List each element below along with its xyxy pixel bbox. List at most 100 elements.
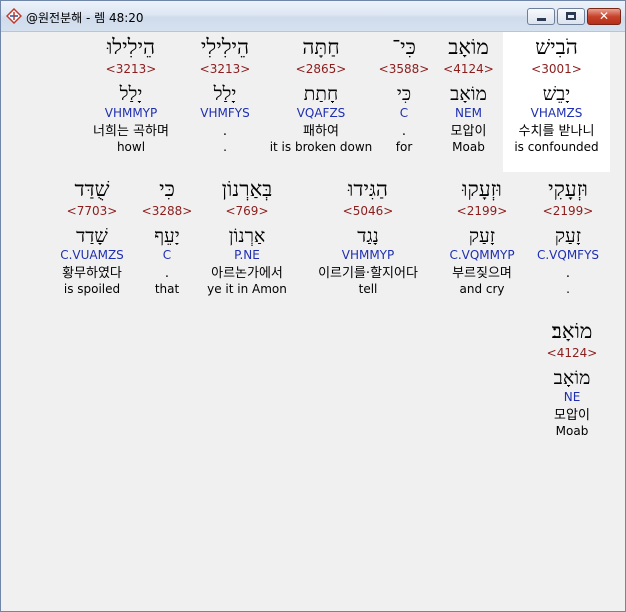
minimize-button[interactable] — [527, 8, 555, 25]
korean-gloss: 아르논가에서 — [211, 266, 283, 281]
word-cell[interactable]: חַתָּה <2865> חָתַת VQAFZS 패하여 it is bro… — [263, 32, 379, 172]
hebrew-word: מוֹאָב׃ — [551, 319, 593, 343]
english-gloss: for — [395, 140, 413, 154]
strong-number: <769> — [225, 204, 269, 218]
hebrew-word: שֻׁדַּד — [74, 177, 110, 201]
korean-gloss: . — [164, 266, 170, 281]
strong-number: <4124> — [546, 346, 598, 360]
word-cell[interactable]: הֵילִילוּ <3213> יָלַל VHMMYP 너희는 곡하며 ho… — [79, 32, 183, 172]
strong-number: <2199> — [456, 204, 508, 218]
parse-code: C — [399, 106, 409, 120]
hebrew-word: הֹבִישׁ — [535, 35, 578, 59]
window-title: @원전분해 - 렘 48:20 — [26, 11, 144, 25]
word-cell[interactable]: כִּי <3288> יָעֵף C . that — [139, 174, 195, 314]
english-gloss: is confounded — [514, 140, 599, 154]
english-gloss: . — [223, 140, 227, 154]
english-gloss: tell — [358, 282, 378, 296]
strong-number: <3588> — [378, 62, 430, 76]
parse-code: C.VQMMYP — [449, 248, 515, 262]
strong-number: <3001> — [531, 62, 582, 76]
app-icon — [5, 7, 23, 25]
word-cell[interactable]: מוֹאָב <4124> מוֹאָב NEM 모압이 Moab — [431, 32, 506, 172]
lemma: יָבֵשׁ — [542, 83, 571, 105]
close-icon: ✕ — [598, 9, 610, 23]
parse-code: VQAFZS — [296, 106, 346, 120]
lemma: יָלַל — [119, 83, 143, 105]
hebrew-word: וּזְעָקִי — [548, 177, 588, 201]
hebrew-word: בְּאַרְנוֹן — [221, 177, 273, 201]
close-button[interactable]: ✕ — [587, 8, 621, 25]
korean-gloss: 수치를 받나니 — [518, 124, 595, 139]
strong-number: <4124> — [443, 62, 494, 76]
parse-code: NE — [563, 390, 581, 404]
word-cell[interactable]: מוֹאָב׃ <4124> מוֹאָב NE 모압이 Moab — [533, 316, 611, 456]
english-gloss: is spoiled — [63, 282, 121, 296]
hebrew-word: כִּי־ — [392, 35, 416, 59]
korean-gloss: 황무하였다 — [62, 266, 122, 281]
korean-gloss: . — [222, 124, 228, 139]
hebrew-word: מוֹאָב — [448, 35, 489, 59]
parse-code: C.VUAMZS — [60, 248, 124, 262]
english-gloss: Moab — [452, 140, 485, 154]
korean-gloss: . — [401, 124, 407, 139]
korean-gloss: 모압이 — [554, 408, 590, 423]
parse-code: VHMMYP — [104, 106, 158, 120]
english-gloss: ye it in Amon — [207, 282, 287, 296]
maximize-icon — [566, 12, 576, 20]
lemma: אַרְנוֹן — [228, 225, 266, 247]
lemma: זָעַק — [554, 225, 582, 247]
lemma: נָגַד — [357, 225, 379, 247]
english-gloss: Moab — [555, 424, 589, 438]
title-bar[interactable]: @원전분해 - 렘 48:20 ✕ — [1, 1, 625, 32]
english-gloss: and cry — [459, 282, 505, 296]
parse-code: NEM — [455, 106, 482, 120]
analysis-panel: הֹבִישׁ <3001> יָבֵשׁ VHAMZS 수치를 받나니 is … — [1, 32, 625, 611]
word-cell[interactable]: וּזְעָקִי <2199> זָעַק C.VQMFYS . . — [529, 174, 607, 314]
strong-number: <3213> — [199, 62, 251, 76]
korean-gloss: . — [565, 266, 571, 281]
korean-gloss: 모압이 — [450, 124, 487, 139]
lemma: חָתַת — [303, 83, 339, 105]
hebrew-word: הַגִּידוּ — [348, 177, 388, 201]
strong-number: <5046> — [342, 204, 394, 218]
maximize-button[interactable] — [557, 8, 585, 25]
word-cell[interactable]: הֵילִילִי <3213> יָלַל VHMFYS . . — [181, 32, 269, 172]
word-cell[interactable]: שֻׁדַּד <7703> שָׁדַד C.VUAMZS 황무하였다 is … — [49, 174, 135, 314]
word-cell[interactable]: בְּאַרְנוֹן <769> אַרְנוֹן P.NE 아르논가에서 y… — [197, 174, 297, 314]
korean-gloss: 이르기를·할지어다 — [318, 266, 418, 281]
word-cell[interactable]: הֹבִישׁ <3001> יָבֵשׁ VHAMZS 수치를 받나니 is … — [503, 32, 610, 172]
strong-number: <2865> — [295, 62, 347, 76]
parse-code: VHMFYS — [200, 106, 250, 120]
korean-gloss: 패하여 — [303, 124, 339, 139]
parse-code: VHMMYP — [341, 248, 395, 262]
lemma: מוֹאָב — [553, 367, 591, 389]
english-gloss: that — [154, 282, 180, 296]
hebrew-word: הֵילִילִי — [200, 35, 250, 59]
english-gloss: it is broken down — [269, 140, 373, 154]
korean-gloss: 너희는 곡하며 — [93, 124, 169, 139]
english-gloss: howl — [116, 140, 146, 154]
parse-code: VHAMZS — [530, 106, 583, 120]
strong-number: <3213> — [105, 62, 157, 76]
hebrew-word: וּזְעָקוּ — [462, 177, 502, 201]
hebrew-word: כִּי — [159, 177, 175, 201]
lemma: יָלַל — [213, 83, 237, 105]
word-cell[interactable]: וּזְעָקוּ <2199> זָעַק C.VQMMYP 부르짖으며 an… — [437, 174, 527, 314]
lemma: יָעֵף — [154, 225, 180, 247]
word-cell[interactable]: הַגִּידוּ <5046> נָגַד VHMMYP 이르기를·할지어다 … — [301, 174, 435, 314]
lemma: שָׁדַד — [76, 225, 108, 247]
hebrew-word: חַתָּה — [302, 35, 340, 59]
english-gloss: . — [566, 282, 570, 296]
app-window: @원전분해 - 렘 48:20 ✕ הֹבִישׁ <3001> יָבֵשׁ … — [0, 0, 626, 612]
word-cell[interactable]: כִּי־ <3588> כִּי C . for — [373, 32, 435, 172]
minimize-icon — [537, 18, 546, 21]
hebrew-word: הֵילִילוּ — [106, 35, 156, 59]
strong-number: <7703> — [66, 204, 118, 218]
strong-number: <3288> — [141, 204, 193, 218]
strong-number: <2199> — [542, 204, 594, 218]
parse-code: C.VQMFYS — [536, 248, 600, 262]
lemma: זָעַק — [468, 225, 496, 247]
parse-code: C — [162, 248, 172, 262]
lemma: מוֹאָב — [450, 83, 487, 105]
lemma: כִּי — [396, 83, 412, 105]
